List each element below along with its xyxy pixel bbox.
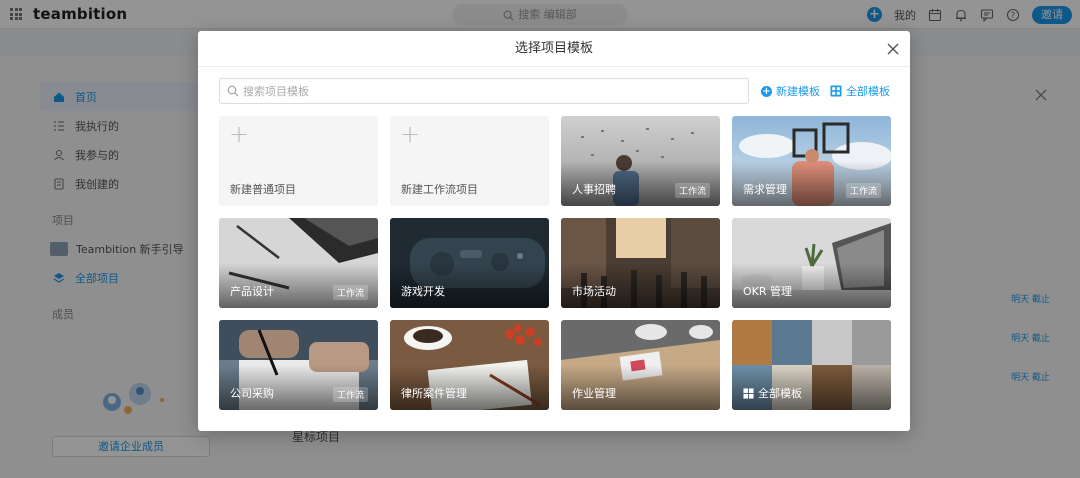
template-card-purchase[interactable]: 公司采购 工作流 (219, 320, 378, 410)
template-card-game-dev[interactable]: 游戏开发 (390, 218, 549, 308)
template-card-new-workflow[interactable]: + 新建工作流项目 (390, 116, 549, 206)
workflow-badge: 工作流 (674, 183, 710, 198)
template-name: 作业管理 (572, 387, 616, 400)
template-name: 新建普通项目 (230, 183, 296, 196)
template-grid: + 新建普通项目 + 新建工作流项目 人事招聘 工作流 需求管理 工作流 产品设… (219, 116, 891, 410)
template-card-product-design[interactable]: 产品设计 工作流 (219, 218, 378, 308)
template-card-all[interactable]: 全部模板 (732, 320, 891, 410)
new-template-label: 新建模板 (776, 85, 820, 98)
workflow-badge: 工作流 (332, 387, 368, 402)
template-search-input[interactable] (243, 84, 723, 98)
close-icon[interactable] (886, 42, 900, 56)
template-name: 新建工作流项目 (401, 183, 478, 196)
grid-icon (743, 387, 754, 399)
grid-icon (830, 85, 842, 97)
template-name: 需求管理 (743, 183, 787, 196)
template-name: 游戏开发 (401, 285, 445, 298)
template-card-recruit[interactable]: 人事招聘 工作流 (561, 116, 720, 206)
template-card-okr[interactable]: OKR 管理 (732, 218, 891, 308)
modal-actions: + 新建模板 全部模板 (761, 83, 890, 99)
template-name: 全部模板 (758, 387, 802, 400)
workflow-badge: 工作流 (332, 285, 368, 300)
plus-circle-icon: + (761, 85, 772, 97)
template-card-marketing[interactable]: 市场活动 (561, 218, 720, 308)
modal-title: 选择项目模板 (514, 41, 593, 56)
template-name-with-icon: 全部模板 (743, 385, 802, 401)
search-icon (227, 85, 239, 97)
template-name: 人事招聘 (572, 183, 616, 196)
all-templates-button[interactable]: 全部模板 (830, 83, 890, 99)
template-modal: 选择项目模板 + 新建模板 全部模板 + 新建普通项目 + 新建工作流项目 (198, 31, 910, 431)
workflow-badge: 工作流 (845, 183, 881, 198)
all-templates-label: 全部模板 (846, 85, 890, 98)
template-card-law-firm[interactable]: 律所案件管理 (390, 320, 549, 410)
template-card-new-project[interactable]: + 新建普通项目 (219, 116, 378, 206)
template-card-demand[interactable]: 需求管理 工作流 (732, 116, 891, 206)
template-search[interactable] (219, 78, 749, 104)
template-name: OKR 管理 (743, 285, 793, 298)
new-template-button[interactable]: + 新建模板 (761, 83, 820, 99)
template-name: 律所案件管理 (401, 387, 467, 400)
plus-icon: + (400, 120, 421, 148)
template-name: 公司采购 (230, 387, 274, 400)
template-name: 产品设计 (230, 285, 274, 298)
template-card-homework[interactable]: 作业管理 (561, 320, 720, 410)
template-name: 市场活动 (572, 285, 616, 298)
plus-icon: + (229, 120, 250, 148)
modal-header: 选择项目模板 (198, 31, 910, 67)
